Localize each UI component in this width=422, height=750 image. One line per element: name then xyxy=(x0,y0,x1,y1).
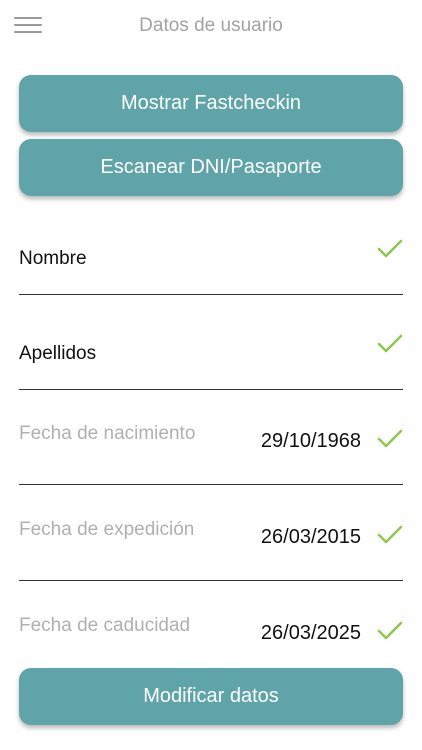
field-fecha-caducidad[interactable]: Fecha de caducidad 26/03/2025 xyxy=(19,582,403,646)
check-icon xyxy=(377,525,403,544)
field-label: Nombre xyxy=(19,248,87,269)
check-icon xyxy=(377,621,403,640)
field-fecha-nacimiento[interactable]: Fecha de nacimiento 29/10/1968 xyxy=(19,390,403,485)
user-data-form: Nombre Apellidos Fecha de nacimiento 29/… xyxy=(0,200,422,646)
field-apellidos[interactable]: Apellidos xyxy=(19,295,403,390)
app-header: Datos de usuario xyxy=(0,0,422,56)
field-underline xyxy=(19,483,403,485)
modify-data-button[interactable]: Modificar datos xyxy=(19,668,403,725)
show-fastcheckin-button[interactable]: Mostrar Fastcheckin xyxy=(19,75,403,132)
check-icon xyxy=(377,334,403,353)
scan-id-passport-button[interactable]: Escanear DNI/Pasaporte xyxy=(19,139,403,196)
field-underline xyxy=(19,579,403,581)
field-label: Fecha de nacimiento xyxy=(19,423,196,444)
field-value: 26/03/2025 xyxy=(260,622,361,644)
field-fecha-expedicion[interactable]: Fecha de expedición 26/03/2015 xyxy=(19,486,403,581)
field-label: Fecha de expedición xyxy=(19,519,195,540)
field-label: Apellidos xyxy=(19,343,97,364)
field-nombre[interactable]: Nombre xyxy=(19,200,403,295)
field-value: 26/03/2015 xyxy=(260,526,361,548)
field-value: 29/10/1968 xyxy=(260,430,361,452)
page-title: Datos de usuario xyxy=(139,15,283,36)
field-label: Fecha de caducidad xyxy=(19,615,191,636)
check-icon xyxy=(377,239,403,258)
check-icon xyxy=(377,429,403,448)
